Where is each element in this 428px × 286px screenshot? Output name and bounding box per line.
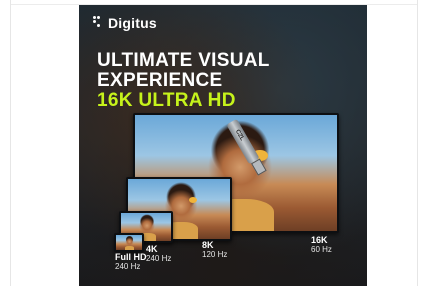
screen-full-hd [114,233,144,252]
resolution-label: 8K [202,240,214,250]
headline-accent: 16K ULTRA HD [97,90,236,111]
resolution-8k: 8K 120 Hz [202,240,227,259]
headline-line-1: ULTIMATE VISUAL [97,50,270,71]
refresh-rate: 60 Hz [311,245,332,254]
resolution-full-hd: Full HD 240 Hz [115,252,147,271]
resolution-4k: 4K 240 Hz [146,244,171,263]
digitus-logo-icon [93,16,105,30]
resolution-16k: 16K 60 Hz [311,235,332,254]
refresh-rate: 240 Hz [146,254,172,263]
page-border-right [417,0,418,286]
headline-line-2: EXPERIENCE [97,70,223,91]
brand-logo: Digitus [93,15,157,31]
headline: ULTIMATE VISUAL EXPERIENCE 16K ULTRA HD [97,51,270,111]
brand-name: Digitus [108,15,157,31]
resolution-label: Full HD [115,252,147,262]
product-banner-image: Digitus ULTIMATE VISUAL EXPERIENCE 16K U… [79,5,367,286]
resolution-label: 16K [311,235,328,245]
resolution-label: 4K [146,244,158,254]
refresh-rate: 120 Hz [202,250,228,259]
page-border-left [10,0,11,286]
refresh-rate: 240 Hz [115,262,141,271]
